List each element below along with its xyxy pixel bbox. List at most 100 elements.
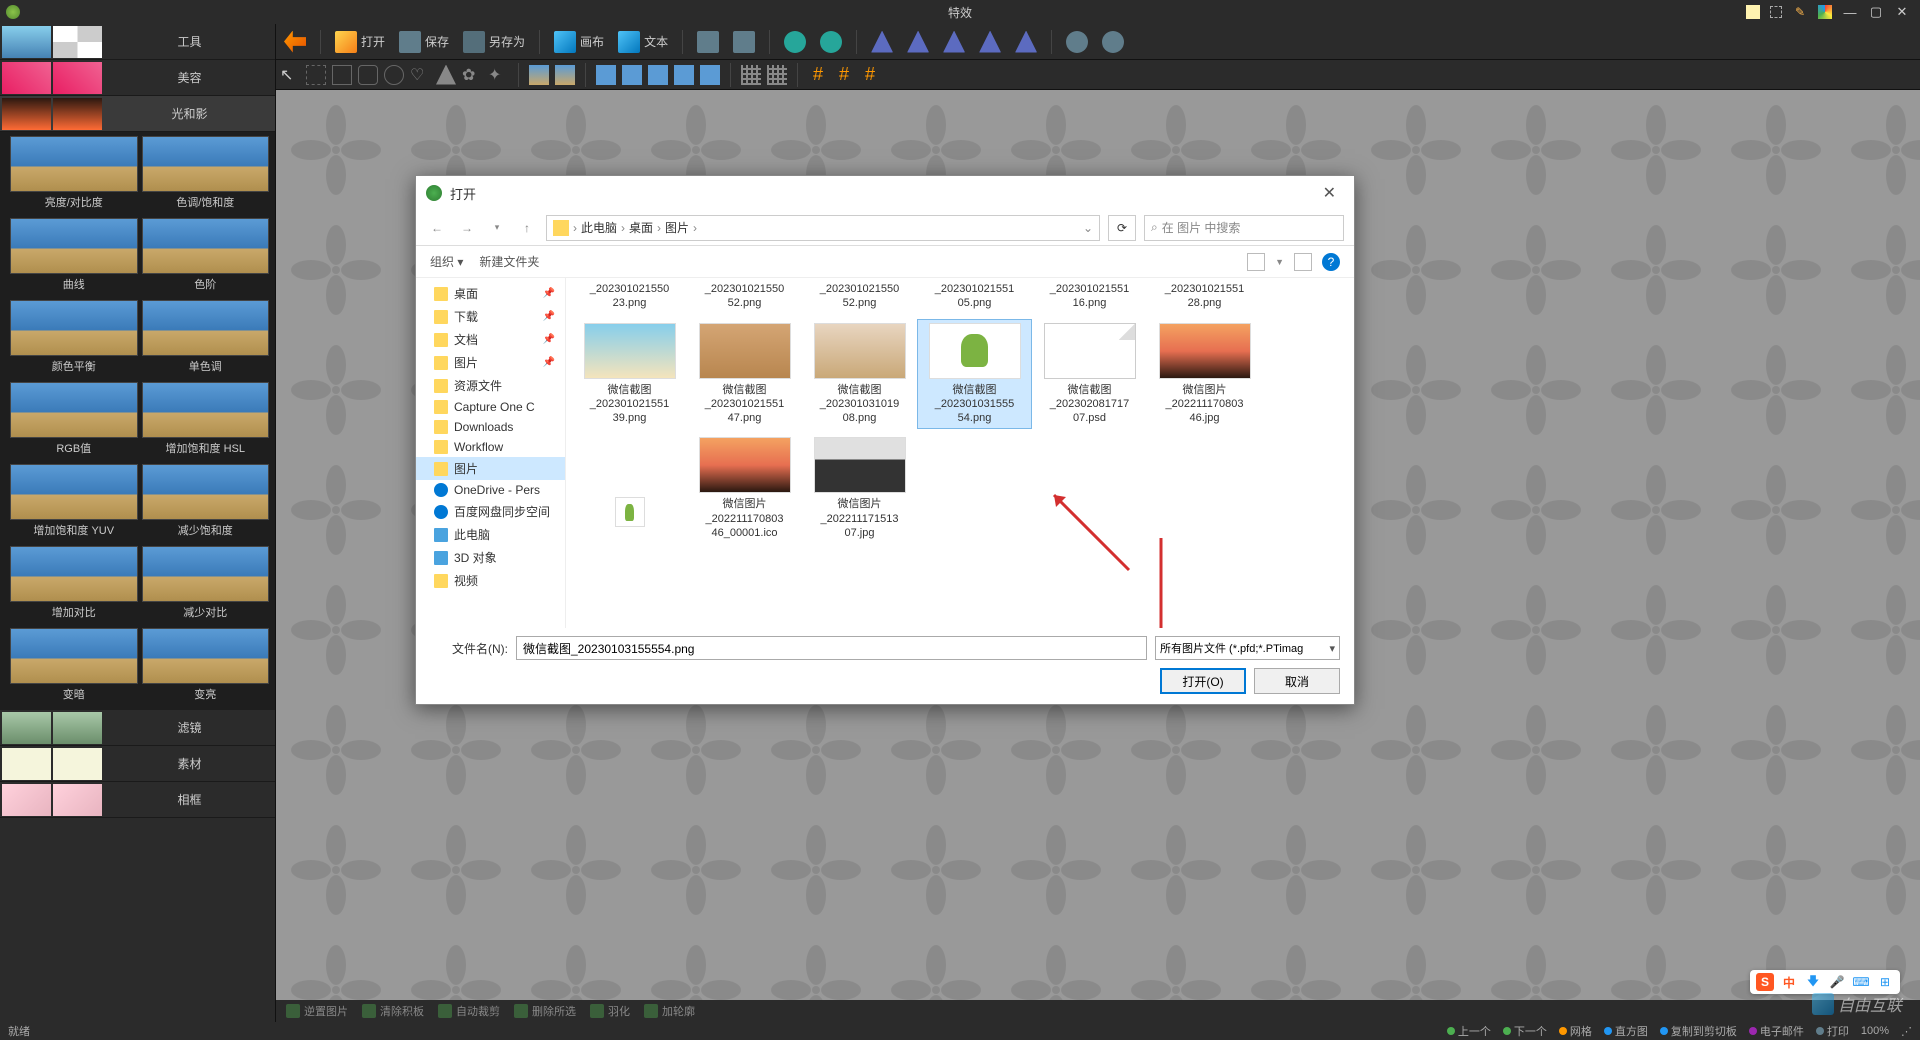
img1-tool[interactable] [596,65,616,85]
action-item[interactable]: 自动裁剪 [438,1003,500,1019]
paste-button[interactable] [729,29,759,55]
tree-item[interactable]: 3D 对象 [416,546,565,569]
hash3-tool[interactable]: # [860,65,880,85]
ime-mic-icon[interactable]: 🎤 [1828,973,1846,991]
breadcrumb[interactable]: 图片 [665,219,689,236]
help-button[interactable]: ? [1322,253,1340,271]
save-button[interactable]: 保存 [395,29,453,55]
view-icons-button[interactable] [1247,253,1265,271]
organize-button[interactable]: 组织 ▾ [430,253,463,270]
file-item[interactable]: 微信截图_20230208171707.psd [1032,319,1147,430]
action-item[interactable]: 清除积板 [362,1003,424,1019]
hash2-tool[interactable]: # [834,65,854,85]
search-input[interactable]: ⌕ 在 图片 中搜索 [1144,215,1344,241]
action-item[interactable]: 加轮廓 [644,1003,695,1019]
status-item[interactable]: 复制到剪切板 [1660,1023,1737,1039]
saveas-button[interactable]: 另存为 [459,29,529,55]
grid1-tool[interactable] [741,65,761,85]
category-filter[interactable]: 滤镜 [0,710,275,746]
effect-item[interactable]: 增加饱和度 HSL [142,382,270,460]
close-button[interactable]: ✕ [1894,4,1910,20]
flip-h-button[interactable] [867,29,897,55]
effect-item[interactable]: 色阶 [142,218,270,296]
undo-button[interactable] [780,29,810,55]
rect-tool[interactable] [332,65,352,85]
effect-item[interactable]: 颜色平衡 [10,300,138,378]
category-tools[interactable]: 工具 [0,24,275,60]
resize-grip[interactable]: ⋰ [1901,1025,1912,1038]
ime-lang-icon[interactable]: 中 [1780,973,1798,991]
status-item[interactable]: 直方图 [1604,1023,1648,1039]
category-frame[interactable]: 相框 [0,782,275,818]
tree-item[interactable]: 桌面📌 [416,282,565,305]
effect-item[interactable]: 减少饱和度 [142,464,270,542]
file-item[interactable]: _20230102155116.png [1032,278,1147,315]
category-beauty[interactable]: 美容 [0,60,275,96]
ime-sogou-icon[interactable]: S [1756,973,1774,991]
tree-item[interactable]: 资源文件 [416,374,565,397]
crop-tool[interactable] [529,65,549,85]
maximize-button[interactable]: ▢ [1868,4,1884,20]
file-item[interactable]: 微信截图_20230103155554.png [917,319,1032,430]
pencil-icon[interactable]: ✎ [1792,4,1808,20]
ime-menu-icon[interactable]: ⊞ [1876,973,1894,991]
open-confirm-button[interactable]: 打开(O) [1160,668,1246,694]
action-item[interactable]: 逆置图片 [286,1003,348,1019]
open-button[interactable]: 打开 [331,29,389,55]
status-item[interactable]: 100% [1861,1025,1889,1037]
tree-item[interactable]: 视频 [416,569,565,592]
category-light[interactable]: 光和影 [0,96,275,132]
effect-item[interactable]: 色调/饱和度 [142,136,270,214]
tree-item[interactable]: Workflow [416,437,565,457]
file-item[interactable]: _20230102155128.png [1147,278,1262,315]
tree-item[interactable]: 图片📌 [416,351,565,374]
file-item[interactable]: _20230102155023.png [572,278,687,315]
img3-tool[interactable] [648,65,668,85]
effect-item[interactable]: 增加饱和度 YUV [10,464,138,542]
tree-item[interactable]: OneDrive - Pers [416,480,565,500]
img5-tool[interactable] [700,65,720,85]
file-item[interactable]: 微信图片_20221117080346.jpg [1147,319,1262,430]
minimize-button[interactable]: — [1842,4,1858,20]
action-item[interactable]: 删除所选 [514,1003,576,1019]
circle-tool[interactable] [384,65,404,85]
file-item[interactable]: 微信截图_20230103101908.png [802,319,917,430]
address-bar[interactable]: › 此电脑 › 桌面 › 图片 › ⌄ [546,215,1100,241]
file-item[interactable]: 微信截图_20230102155147.png [687,319,802,430]
view-details-button[interactable] [1294,253,1312,271]
effect-item[interactable]: RGB值 [10,382,138,460]
rotate-l-button[interactable] [939,29,969,55]
zoom-in-button[interactable] [1062,29,1092,55]
status-item[interactable]: 电子邮件 [1749,1023,1804,1039]
breadcrumb[interactable]: 桌面 [629,219,653,236]
status-item[interactable]: 上一个 [1447,1023,1491,1039]
address-dropdown[interactable]: ⌄ [1083,221,1093,235]
nav-history-button[interactable]: ▾ [486,217,508,239]
nav-fwd-button[interactable]: → [456,217,478,239]
nav-back-button[interactable]: ← [426,217,448,239]
rotate-button[interactable] [1011,29,1041,55]
cursor-tool[interactable]: ↖ [280,65,300,85]
file-item[interactable]: 微信图片_20221117080346_00001.ico [687,433,802,544]
wand-tool[interactable]: ✦ [488,65,508,85]
effect-item[interactable]: 变暗 [10,628,138,706]
rect-dashed-tool[interactable] [306,65,326,85]
heart-tool[interactable]: ♡ [410,65,430,85]
view-dropdown[interactable]: ▼ [1275,257,1284,267]
breadcrumb[interactable]: 此电脑 [581,219,617,236]
hash1-tool[interactable]: # [808,65,828,85]
effect-item[interactable]: 亮度/对比度 [10,136,138,214]
file-item[interactable] [572,433,687,544]
filename-input[interactable] [516,636,1147,660]
effect-item[interactable]: 增加对比 [10,546,138,624]
new-folder-button[interactable]: 新建文件夹 [479,253,539,270]
notes-icon[interactable] [1746,5,1760,19]
ime-keyboard-icon[interactable]: ⌨ [1852,973,1870,991]
img4-tool[interactable] [674,65,694,85]
effect-item[interactable]: 曲线 [10,218,138,296]
tree-item[interactable]: 图片 [416,457,565,480]
ime-punct-icon[interactable]: 🡇 [1804,973,1822,991]
dialog-close-button[interactable]: ✕ [1315,183,1344,203]
tree-item[interactable]: 下载📌 [416,305,565,328]
canvas-button[interactable]: 画布 [550,29,608,55]
